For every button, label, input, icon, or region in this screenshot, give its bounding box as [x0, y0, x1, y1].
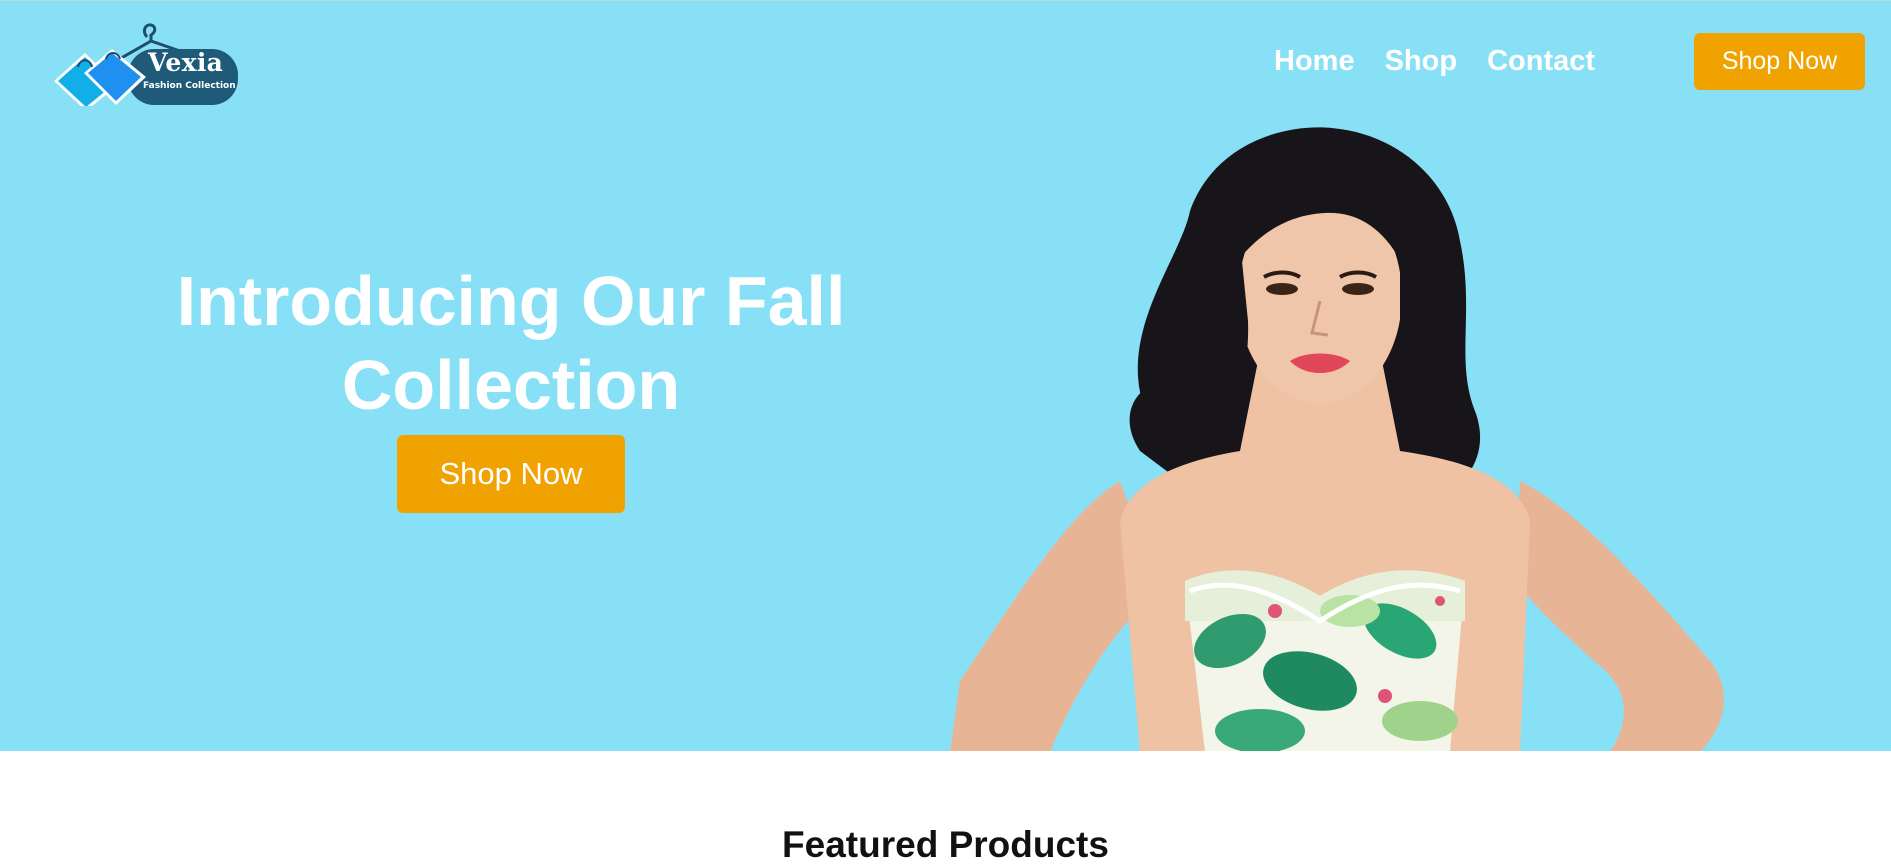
brand-tagline: Fashion Collection: [143, 81, 236, 91]
hero-section: Vexia Fashion Collection Home Shop Conta…: [0, 0, 1891, 751]
nav-link-shop[interactable]: Shop: [1385, 41, 1458, 81]
header-shop-now-button[interactable]: Shop Now: [1694, 33, 1865, 90]
nav-link-home[interactable]: Home: [1274, 41, 1355, 81]
brand-name: Vexia: [148, 48, 224, 77]
hero-shop-now-button[interactable]: Shop Now: [397, 435, 625, 513]
model-photo-icon: [950, 127, 1724, 751]
main-nav: Home Shop Contact: [1274, 41, 1595, 81]
nav-link-contact[interactable]: Contact: [1487, 41, 1595, 81]
brand-logo[interactable]: Vexia Fashion Collection: [50, 11, 240, 106]
hero-headline: Introducing Our Fall Collection: [176, 262, 846, 424]
featured-products-title: Featured Products: [782, 824, 1109, 865]
